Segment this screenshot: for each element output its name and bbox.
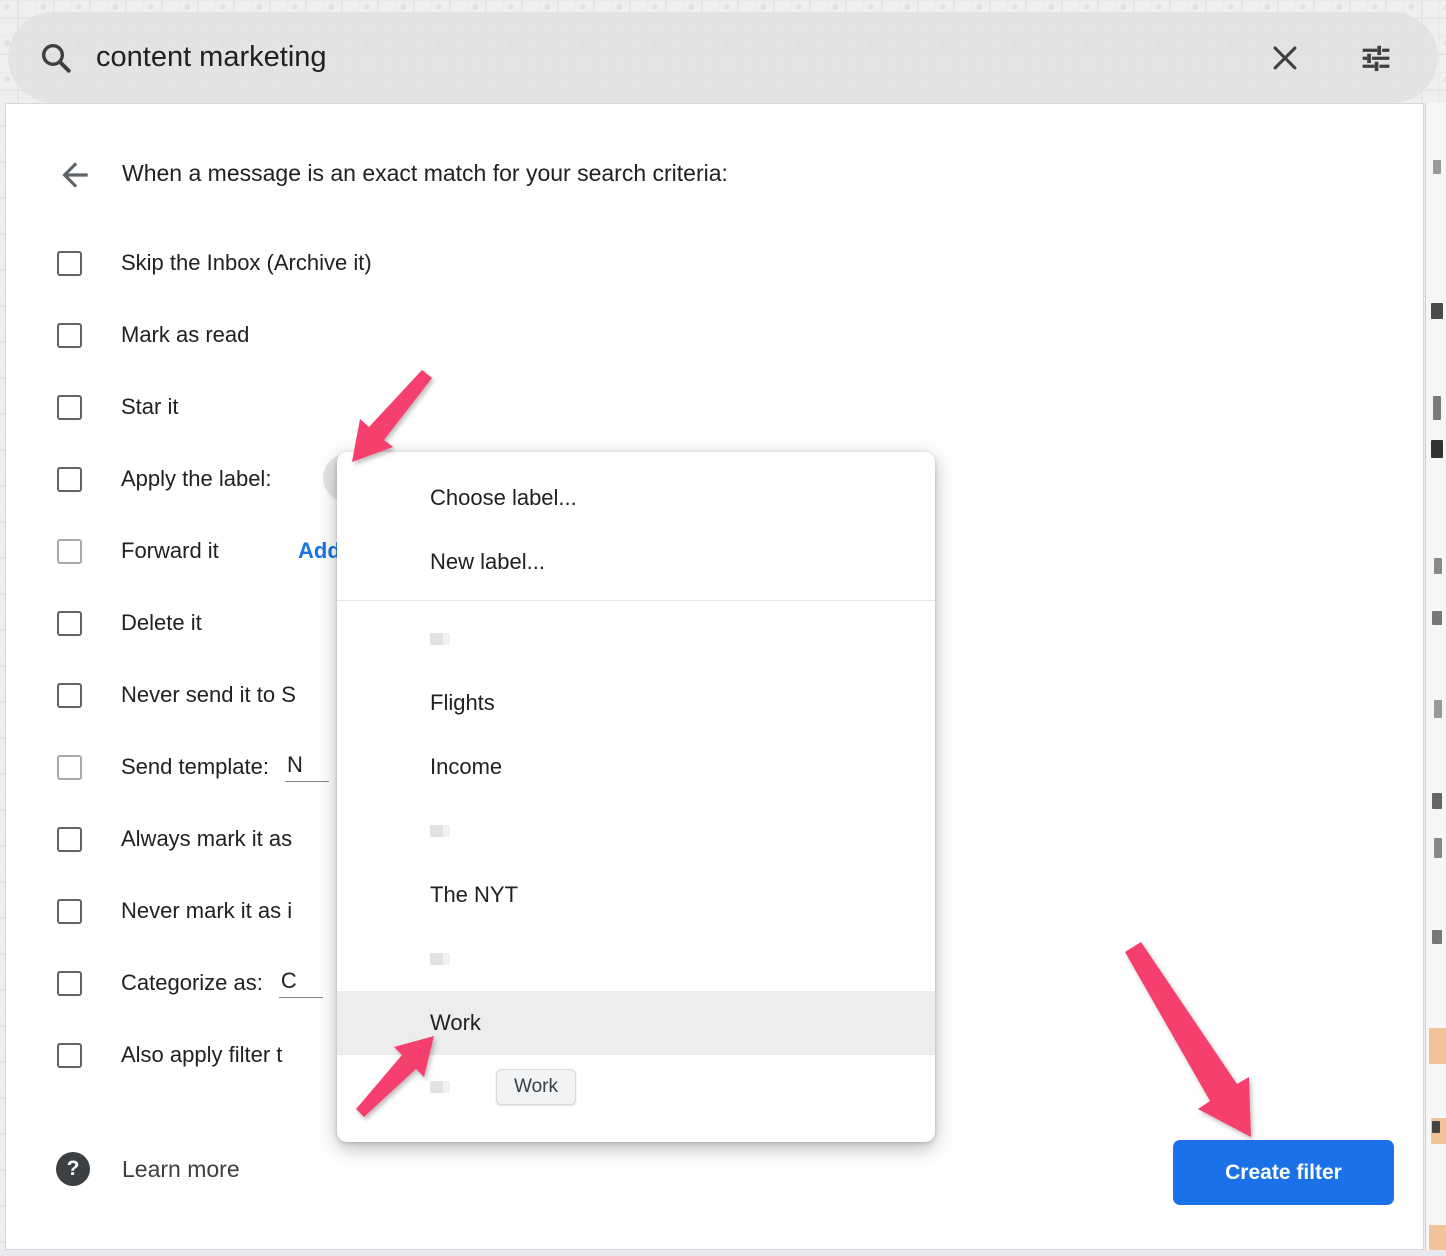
- menu-item-redacted-label[interactable]: [337, 607, 935, 671]
- checkbox-forward-it[interactable]: [57, 539, 82, 564]
- menu-item-label: The NYT: [430, 882, 518, 908]
- option-label: Send template:: [121, 754, 269, 780]
- page-edge-fragment: [1434, 838, 1442, 858]
- checkbox-also-apply[interactable]: [57, 1043, 82, 1068]
- template-select-value[interactable]: N: [285, 752, 329, 782]
- create-filter-button[interactable]: Create filter: [1173, 1140, 1394, 1205]
- option-label: Never mark it as i: [121, 898, 292, 924]
- checkbox-send-template[interactable]: [57, 755, 82, 780]
- option-label: Never send it to S: [121, 682, 296, 708]
- option-label: Always mark it as: [121, 826, 292, 852]
- checkbox-star-it[interactable]: [57, 395, 82, 420]
- gmail-filter-screen: When a message is an exact match for you…: [0, 0, 1446, 1256]
- page-edge-highlight: [1429, 1028, 1446, 1064]
- page-edge-fragment: [1431, 303, 1443, 319]
- option-label: Forward it: [121, 538, 219, 564]
- search-options-tune-icon[interactable]: [1360, 42, 1392, 74]
- page-edge-fragment: [1432, 793, 1442, 809]
- page-edge-fragment: [1433, 396, 1441, 420]
- search-bar: content marketing: [8, 12, 1438, 103]
- work-tooltip: Work: [496, 1069, 576, 1105]
- redacted-label-block: [430, 953, 450, 965]
- menu-item-work[interactable]: Work: [337, 991, 935, 1055]
- page-edge-strip: [1425, 103, 1446, 1250]
- search-input[interactable]: content marketing: [96, 41, 1268, 74]
- option-label: Categorize as:: [121, 970, 263, 996]
- search-icon: [38, 40, 74, 76]
- menu-item-flights[interactable]: Flights: [337, 671, 935, 735]
- clear-search-icon[interactable]: [1268, 41, 1302, 75]
- checkbox-always-important[interactable]: [57, 827, 82, 852]
- checkbox-never-important[interactable]: [57, 899, 82, 924]
- redacted-label-block: [430, 1081, 450, 1093]
- menu-item-the-nyt[interactable]: The NYT: [337, 863, 935, 927]
- redacted-label-block: [430, 825, 450, 837]
- page-edge-highlight: [1429, 1225, 1446, 1250]
- menu-item-label: Income: [430, 754, 502, 780]
- learn-more-label: Learn more: [122, 1156, 240, 1183]
- help-question-icon: ?: [56, 1152, 90, 1186]
- page-title: When a message is an exact match for you…: [122, 160, 728, 187]
- menu-item-label: Work: [430, 1010, 481, 1036]
- label-dropdown-menu: Choose label... New label... Flights Inc…: [337, 452, 935, 1142]
- learn-more-link[interactable]: ? Learn more: [56, 1152, 240, 1186]
- bottom-chrome-strip: [0, 1250, 1446, 1256]
- page-edge-fragment: [1431, 440, 1443, 458]
- page-edge-fragment: [1432, 930, 1442, 944]
- option-label: Delete it: [121, 610, 202, 636]
- menu-item-redacted-label[interactable]: [337, 927, 935, 991]
- menu-item-redacted-label[interactable]: Work: [337, 1055, 935, 1119]
- checkbox-never-spam[interactable]: [57, 683, 82, 708]
- option-row-skip-inbox: Skip the Inbox (Archive it): [6, 244, 1423, 282]
- option-row-star-it: Star it: [6, 388, 1423, 426]
- menu-divider: [337, 600, 935, 601]
- back-arrow-icon[interactable]: [56, 156, 94, 194]
- menu-item-income[interactable]: Income: [337, 735, 935, 799]
- option-label: Star it: [121, 394, 178, 420]
- option-label: Mark as read: [121, 322, 249, 348]
- add-forwarding-link[interactable]: Add: [298, 538, 341, 564]
- option-label: Skip the Inbox (Archive it): [121, 250, 372, 276]
- checkbox-delete-it[interactable]: [57, 611, 82, 636]
- checkbox-mark-read[interactable]: [57, 323, 82, 348]
- menu-item-label: Flights: [430, 690, 495, 716]
- page-edge-fragment: [1433, 160, 1441, 174]
- checkbox-categorize[interactable]: [57, 971, 82, 996]
- menu-item-new-label[interactable]: New label...: [337, 530, 935, 594]
- option-row-mark-read: Mark as read: [6, 316, 1423, 354]
- menu-item-choose-label[interactable]: Choose label...: [337, 466, 935, 530]
- page-edge-fragment: [1434, 700, 1442, 718]
- page-edge-fragment: [1432, 611, 1442, 625]
- page-edge-fragment: [1432, 1121, 1440, 1133]
- category-select-value[interactable]: C: [279, 968, 323, 998]
- checkbox-skip-inbox[interactable]: [57, 251, 82, 276]
- page-edge-fragment: [1434, 558, 1442, 574]
- option-label: Also apply filter t: [121, 1042, 282, 1068]
- option-label: Apply the label:: [121, 466, 271, 492]
- checkbox-apply-label[interactable]: [57, 467, 82, 492]
- redacted-label-block: [430, 633, 450, 645]
- menu-item-redacted-label[interactable]: [337, 799, 935, 863]
